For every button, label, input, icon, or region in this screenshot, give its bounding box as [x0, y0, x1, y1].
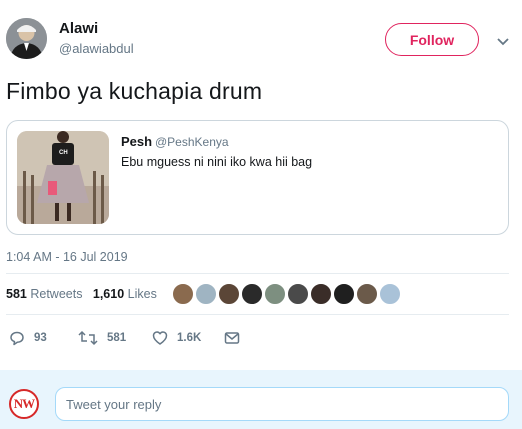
divider [6, 273, 509, 274]
retweet-action[interactable]: 581 [78, 329, 126, 347]
tweet-stats: 581 Retweets 1,610 Likes [6, 287, 157, 301]
dm-icon [224, 332, 240, 344]
tweet-timestamp[interactable]: 1:04 AM - 16 Jul 2019 [6, 250, 128, 264]
like-count[interactable]: 1,610 [93, 287, 124, 301]
quoted-tweet-text: Ebu mguess ni nini iko kwa hii bag [121, 155, 313, 169]
retweet-count[interactable]: 581 [6, 287, 27, 301]
author-name[interactable]: Alawi [59, 20, 98, 37]
divider [6, 314, 509, 315]
reply-bar: NW Tweet your reply [0, 370, 522, 429]
liker-avatar[interactable] [172, 283, 194, 305]
tweet-text: Fimbo ya kuchapia drum [6, 78, 263, 104]
author-avatar[interactable] [6, 18, 47, 59]
reply-avatar[interactable]: NW [9, 389, 39, 419]
liker-avatar[interactable] [379, 283, 401, 305]
like-icon [152, 331, 168, 345]
liker-avatar[interactable] [241, 283, 263, 305]
quoted-author-handle: @PeshKenya [155, 135, 229, 149]
follow-button[interactable]: Follow [385, 23, 479, 56]
chevron-down-icon[interactable] [496, 34, 510, 46]
reply-input[interactable]: Tweet your reply [55, 387, 509, 421]
shirt-text: CH [59, 150, 68, 156]
quoted-author-name: Pesh [121, 134, 153, 149]
liker-avatar[interactable] [287, 283, 309, 305]
reply-count: 93 [34, 332, 47, 344]
retweets-label[interactable]: Retweets [30, 287, 82, 301]
reply-icon [10, 331, 24, 346]
author-handle[interactable]: @alawiabdul [59, 41, 134, 56]
tweet: Alawi @alawiabdul Follow Fimbo ya kuchap… [0, 0, 522, 370]
retweet-icon [78, 330, 98, 346]
liker-avatar[interactable] [310, 283, 332, 305]
liker-avatar[interactable] [356, 283, 378, 305]
reply-action[interactable]: 93 [9, 329, 47, 347]
liker-avatar[interactable] [218, 283, 240, 305]
retweet-action-count: 581 [107, 332, 127, 344]
liker-avatar[interactable] [195, 283, 217, 305]
like-action-count: 1.6K [177, 332, 202, 344]
liker-avatar[interactable] [264, 283, 286, 305]
likes-label[interactable]: Likes [128, 287, 157, 301]
quoted-tweet-photo[interactable]: CH [17, 131, 109, 224]
quoted-tweet[interactable]: CH Pesh @PeshKenya Ebu mguess ni nini ik… [6, 120, 509, 235]
direct-message-action[interactable] [224, 329, 240, 347]
like-action[interactable]: 1.6K [152, 329, 201, 347]
liker-avatar[interactable] [333, 283, 355, 305]
